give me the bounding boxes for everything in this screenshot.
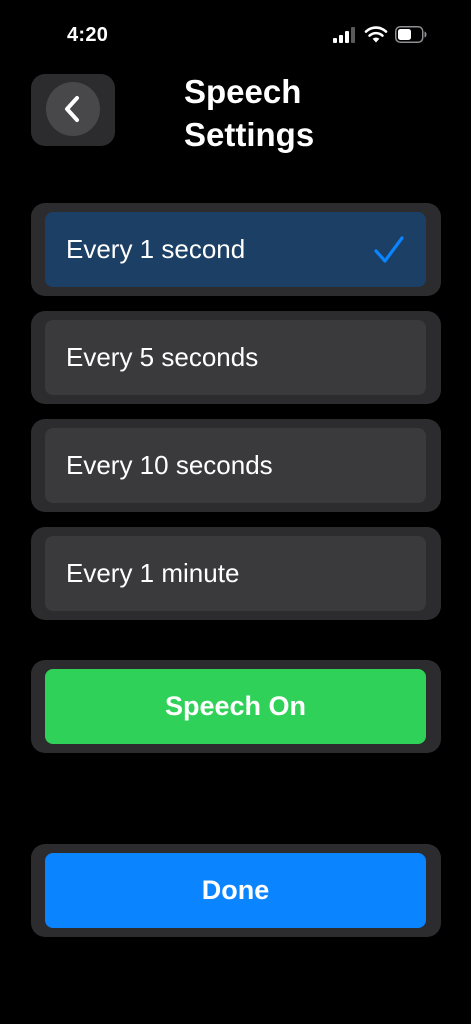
speech-toggle-card: Speech On: [31, 660, 441, 753]
option-label: Every 10 seconds: [66, 450, 273, 480]
option-card-every-1-minute[interactable]: Every 1 minute: [31, 527, 441, 620]
battery-icon: [395, 26, 427, 43]
back-button[interactable]: [31, 74, 115, 146]
status-time: 4:20: [67, 24, 109, 46]
status-bar: 4:20: [0, 0, 471, 60]
back-button-circle[interactable]: [46, 82, 100, 136]
option-label: Every 1 minute: [66, 558, 240, 588]
speech-on-button[interactable]: Speech On: [45, 669, 426, 744]
option-label: Every 1 second: [66, 234, 246, 264]
option-label: Every 5 seconds: [66, 342, 259, 372]
option-every-10-seconds[interactable]: Every 10 seconds: [45, 428, 426, 503]
option-every-1-second[interactable]: Every 1 second: [45, 212, 426, 287]
page-title: Speech Settings: [184, 73, 315, 153]
option-card-every-5-seconds[interactable]: Every 5 seconds: [31, 311, 441, 404]
option-card-every-10-seconds[interactable]: Every 10 seconds: [31, 419, 441, 512]
option-every-5-seconds[interactable]: Every 5 seconds: [45, 320, 426, 395]
done-button[interactable]: Done: [45, 853, 426, 928]
option-card-every-1-second[interactable]: Every 1 second: [31, 203, 441, 296]
chevron-left-icon: [65, 96, 79, 122]
cellular-signal-icon: [333, 27, 355, 43]
done-card: Done: [31, 844, 441, 937]
option-every-1-minute[interactable]: Every 1 minute: [45, 536, 426, 611]
checkmark-icon: [374, 236, 404, 263]
wifi-icon: [364, 26, 388, 43]
